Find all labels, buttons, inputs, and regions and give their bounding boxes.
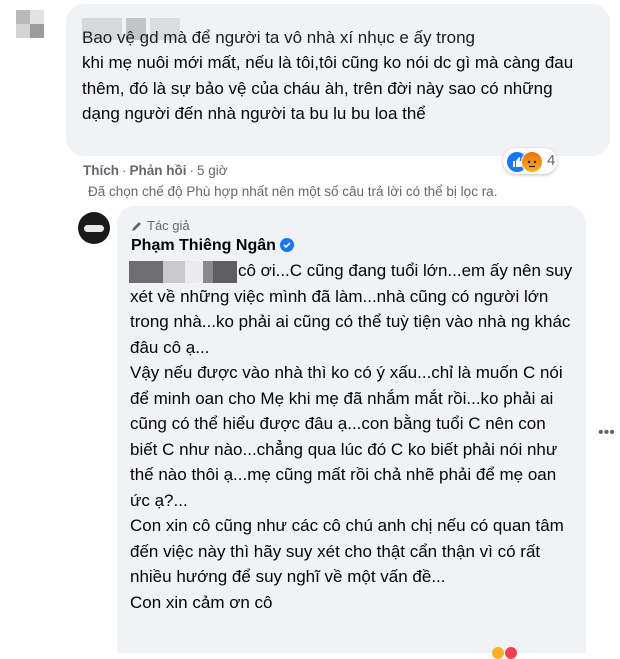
avatar-pixel bbox=[16, 24, 30, 38]
filter-note: Đã chọn chế độ Phù hợp nhất nên một số c… bbox=[88, 184, 498, 199]
comment-body: khi mẹ nuôi mới mất, nếu là tôi,tôi cũng… bbox=[82, 53, 574, 123]
avatar-pixel bbox=[30, 10, 44, 24]
reply-paragraph: Con xin cô cũng như các cô chú anh chị n… bbox=[130, 516, 564, 586]
avatar-pixel bbox=[16, 10, 30, 24]
verified-badge-icon bbox=[279, 238, 294, 252]
comment-bubble: Bao vệ gd mà để người ta vô nhà xí nhục … bbox=[66, 4, 610, 156]
reply-paragraph: cô ơi...C cũng đang tuổi lớn...em ấy nên… bbox=[130, 261, 573, 357]
comment-text: Bao vệ gd mà để người ta vô nhà xí nhục … bbox=[82, 28, 582, 127]
pen-icon bbox=[131, 220, 143, 232]
haha-reaction-icon bbox=[492, 647, 504, 659]
commenter-avatar[interactable] bbox=[14, 0, 44, 38]
avatar-logo bbox=[84, 225, 104, 232]
comment-first-line: Bao vệ gd mà để người ta vô nhà xí nhục … bbox=[82, 28, 475, 47]
comment-time[interactable]: 5 giờ bbox=[197, 163, 228, 178]
like-link[interactable]: Thích bbox=[83, 163, 119, 178]
author-name-text: Phạm Thiêng Ngân bbox=[131, 237, 276, 254]
angry-reaction-icon bbox=[521, 151, 543, 173]
reply-paragraph: Con xin cảm ơn cô bbox=[130, 592, 273, 612]
reply-text: cô ơi...C cũng đang tuổi lớn...em ấy nên… bbox=[130, 258, 575, 615]
author-name[interactable]: Phạm Thiêng Ngân bbox=[131, 237, 294, 255]
author-avatar[interactable] bbox=[78, 212, 110, 244]
reaction-count: 4 bbox=[547, 152, 556, 169]
reply-paragraph: Vậy nếu được vào nhà thì ko có ý xấu...c… bbox=[130, 363, 563, 510]
more-options-button[interactable]: ••• bbox=[598, 424, 615, 442]
avatar-pixel bbox=[30, 24, 44, 38]
author-badge: Tác giả bbox=[131, 218, 190, 233]
reaction-summary[interactable]: 4 bbox=[503, 148, 557, 174]
reply-link[interactable]: Phản hồi bbox=[130, 163, 187, 178]
comment-actions: Thích · Phản hồi · 5 giờ bbox=[83, 163, 228, 178]
love-reaction-icon bbox=[505, 647, 517, 659]
reply-bubble: Tác giả Phạm Thiêng Ngân cô ơi...C cũng … bbox=[117, 206, 586, 653]
author-badge-label: Tác giả bbox=[147, 218, 190, 233]
